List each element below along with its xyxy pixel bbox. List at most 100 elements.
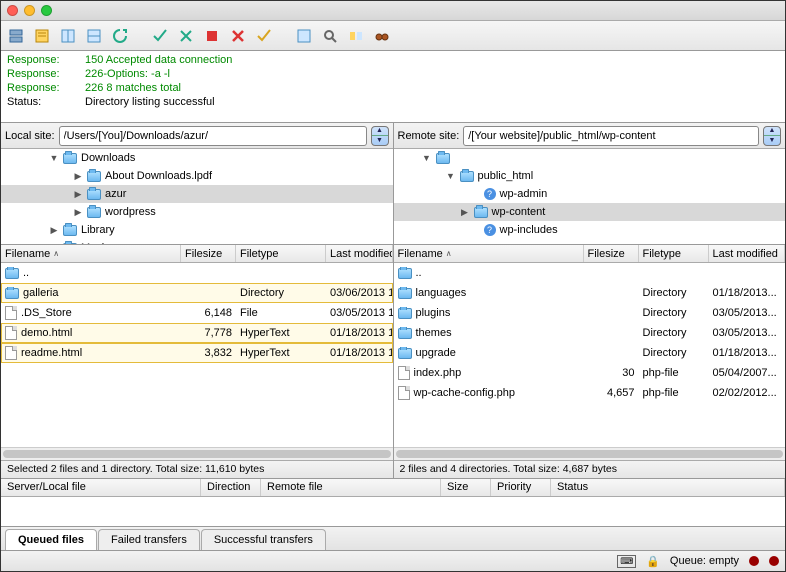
tree-item[interactable]: ?wp-admin	[394, 185, 786, 203]
file-size: 4,657	[584, 387, 639, 399]
folder-icon	[5, 288, 19, 299]
local-path-stepper[interactable]: ▲▼	[371, 126, 389, 146]
close-button[interactable]	[7, 5, 18, 16]
binoculars-icon[interactable]	[373, 27, 391, 45]
message-log[interactable]: Response:150 Accepted data connectionRes…	[1, 51, 785, 123]
queue-list[interactable]	[1, 497, 785, 526]
tree-item[interactable]: ▶ azur	[1, 185, 393, 203]
tab-successful-transfers[interactable]: Successful transfers	[201, 529, 326, 550]
file-row[interactable]: upgradeDirectory01/18/2013...	[394, 343, 786, 363]
file-type: php-file	[639, 367, 709, 379]
log-row: Response:226 8 matches total	[7, 81, 779, 95]
tree-item-label: Library	[81, 224, 115, 236]
queue-icon[interactable]	[85, 27, 103, 45]
refresh-icon[interactable]	[111, 27, 129, 45]
list-icon[interactable]	[59, 27, 77, 45]
search-icon[interactable]	[321, 27, 339, 45]
log-row: Response:226-Options: -a -l	[7, 67, 779, 81]
file-type: HyperText	[236, 327, 326, 339]
disclosure-icon[interactable]: ▼	[422, 153, 432, 163]
remote-path-stepper[interactable]: ▲▼	[763, 126, 781, 146]
tree-item[interactable]: ▶wordpress	[1, 203, 393, 221]
file-name: plugins	[416, 307, 451, 319]
disclosure-icon[interactable]: ▼	[49, 153, 59, 163]
reconnect-icon[interactable]	[255, 27, 273, 45]
file-name: wp-cache-config.php	[414, 387, 516, 399]
file-type: php-file	[639, 387, 709, 399]
server-icon[interactable]	[7, 27, 25, 45]
disclosure-icon[interactable]: ▶	[49, 225, 59, 236]
file-name: themes	[416, 327, 452, 339]
compare-icon[interactable]	[347, 27, 365, 45]
file-row[interactable]: languagesDirectory01/18/2013...	[394, 283, 786, 303]
filter-icon[interactable]	[295, 27, 313, 45]
local-file-list[interactable]: ..galleriaDirectory03/06/2013 1.DS_Store…	[1, 263, 393, 447]
folder-icon	[398, 348, 412, 359]
disclosure-icon[interactable]: ▼	[446, 171, 456, 181]
tree-item-label: Downloads	[81, 152, 135, 164]
local-file-header[interactable]: Filename∧ Filesize Filetype Last modifie…	[1, 245, 393, 263]
file-modified: 01/18/2013...	[709, 287, 786, 299]
file-modified: 03/05/2013...	[709, 327, 786, 339]
file-row[interactable]: index.php30php-file05/04/2007...	[394, 363, 786, 383]
tree-item[interactable]: ▶About Downloads.lpdf	[1, 167, 393, 185]
tab-failed-transfers[interactable]: Failed transfers	[98, 529, 200, 550]
cancel-icon[interactable]	[177, 27, 195, 45]
log-row: Status:Directory listing successful	[7, 95, 779, 109]
file-row[interactable]: wp-cache-config.php 4,657php-file02/02/20…	[394, 383, 786, 403]
disclosure-icon[interactable]: ▶	[73, 189, 83, 200]
disclosure-icon[interactable]: ▶	[460, 207, 470, 218]
local-path-input[interactable]	[59, 126, 367, 146]
tree-item[interactable]: ▶ Library	[1, 221, 393, 239]
process-icon[interactable]	[151, 27, 169, 45]
file-size: 30	[584, 367, 639, 379]
remote-pane: Remote site: ▲▼ ▼▼public_html?wp-admin▶w…	[394, 123, 786, 478]
file-modified: 02/02/2012...	[709, 387, 786, 399]
stop-icon[interactable]	[203, 27, 221, 45]
tree-item-label: azur	[105, 188, 126, 200]
file-row[interactable]: demo.html7,778HyperText01/18/2013 1	[1, 323, 393, 343]
lock-icon: 🔒	[646, 555, 660, 568]
remote-scrollbar[interactable]	[394, 447, 786, 460]
disclosure-icon[interactable]: ▶	[73, 207, 83, 218]
file-row[interactable]: ..	[394, 263, 786, 283]
tree-item[interactable]: ▼	[394, 149, 786, 167]
remote-tree[interactable]: ▼▼public_html?wp-admin▶wp-content?wp-inc…	[394, 149, 786, 245]
tree-item[interactable]: ▶wp-content	[394, 203, 786, 221]
panes: Local site: ▲▼ ▼ Downloads ▶About Download…	[1, 123, 785, 479]
file-name: .DS_Store	[21, 307, 72, 319]
remote-file-header[interactable]: Filename∧ Filesize Filetype Last modifie…	[394, 245, 786, 263]
zoom-button[interactable]	[41, 5, 52, 16]
status-dot-1	[749, 556, 759, 566]
tree-item[interactable]: ▼ Downloads	[1, 149, 393, 167]
queue-header[interactable]: Server/Local file Direction Remote file …	[1, 479, 785, 497]
queue-status: Queue: empty	[670, 555, 739, 567]
file-type: File	[236, 307, 326, 319]
local-tree[interactable]: ▼Downloads▶About Downloads.lpdf▶azur▶wor…	[1, 149, 393, 245]
titlebar	[1, 1, 785, 21]
local-site-label: Local site:	[5, 130, 55, 142]
notes-icon[interactable]	[33, 27, 51, 45]
file-modified: 01/18/2013 1	[326, 327, 393, 339]
local-scrollbar[interactable]	[1, 447, 393, 460]
file-modified: 05/04/2007...	[709, 367, 786, 379]
file-name: ..	[23, 267, 29, 279]
folder-icon	[87, 207, 101, 218]
minimize-button[interactable]	[24, 5, 35, 16]
file-row[interactable]: readme.html3,832HyperText01/18/2013 1	[1, 343, 393, 363]
local-status: Selected 2 files and 1 directory. Total …	[1, 460, 393, 478]
file-row[interactable]: .DS_Store6,148File03/05/2013 1	[1, 303, 393, 323]
file-name: ..	[416, 267, 422, 279]
disconnect-icon[interactable]	[229, 27, 247, 45]
file-row[interactable]: themesDirectory03/05/2013...	[394, 323, 786, 343]
remote-file-list[interactable]: ..languagesDirectory01/18/2013...plugins…	[394, 263, 786, 447]
disclosure-icon[interactable]: ▶	[73, 171, 83, 182]
tree-item[interactable]: ▼public_html	[394, 167, 786, 185]
file-row[interactable]: pluginsDirectory03/05/2013...	[394, 303, 786, 323]
file-row[interactable]: ..	[1, 263, 393, 283]
remote-path-input[interactable]	[463, 126, 759, 146]
remote-pathbar: Remote site: ▲▼	[394, 123, 786, 149]
file-row[interactable]: galleriaDirectory03/06/2013 1	[1, 283, 393, 303]
tab-queued-files[interactable]: Queued files	[5, 529, 97, 550]
tree-item[interactable]: ?wp-includes	[394, 221, 786, 239]
